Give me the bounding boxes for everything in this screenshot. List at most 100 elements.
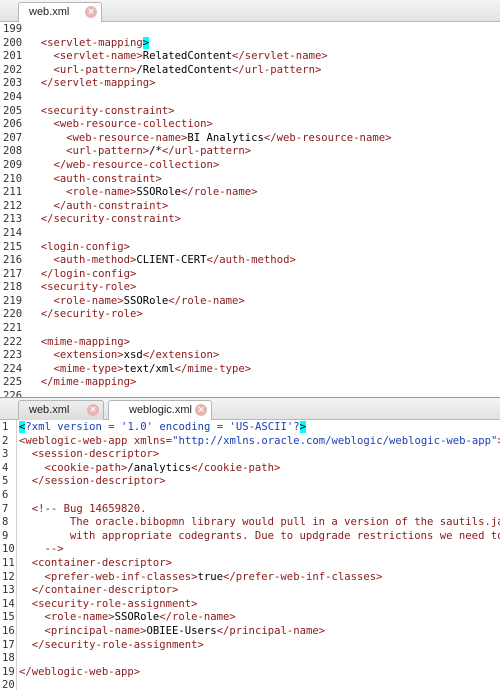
code-line[interactable]: 208 <url-pattern>/*</url-pattern>	[0, 145, 500, 159]
code-token: The oracle.bibopmn library would pull in…	[69, 516, 500, 529]
code-token: </login-config>	[40, 267, 137, 280]
code-token: <url-pattern>	[66, 145, 150, 158]
editor-tab-bar: web.xml ×	[0, 0, 500, 22]
code-line[interactable]: 5 </session-descriptor>	[0, 475, 500, 489]
tab-weblogic-xml[interactable]: weblogic.xml ×	[108, 400, 212, 420]
tab-web-xml[interactable]: web.xml ×	[18, 400, 104, 420]
code-text: <url-pattern>/*</url-pattern>	[28, 145, 251, 159]
code-token: </url-pattern>	[161, 145, 252, 158]
code-token: <extension>	[53, 349, 124, 362]
code-token: <mime-mapping>	[40, 335, 131, 348]
code-lines[interactable]: 1 <?xml version = '1.0' encoding = 'US-AS…	[0, 420, 500, 690]
code-text: </mime-mapping>	[28, 376, 137, 390]
code-line[interactable]: 3 <session-descriptor>	[0, 448, 500, 462]
code-token: /*	[149, 145, 162, 158]
line-number: 215	[3, 240, 23, 253]
code-token: </mime-type>	[174, 362, 252, 375]
line-number: 19	[2, 665, 15, 678]
code-token: <url-pattern>	[53, 63, 137, 76]
code-line[interactable]: 210 <auth-constraint>	[0, 173, 500, 187]
weblogic-xml-editor[interactable]: web.xml × weblogic.xml × 1 <?xml version …	[0, 397, 500, 690]
code-text: <login-config>	[28, 241, 130, 255]
code-line[interactable]: 212 </auth-constraint>	[0, 200, 500, 214]
code-line[interactable]: 6	[0, 489, 500, 503]
code-line[interactable]: 222 <mime-mapping>	[0, 336, 500, 350]
line-number: 209	[3, 158, 23, 171]
line-number: 226	[3, 390, 23, 397]
tab-web-xml[interactable]: web.xml ×	[18, 2, 102, 22]
code-line[interactable]: 223 <extension>xsd</extension>	[0, 349, 500, 363]
code-line[interactable]: 200 <servlet-mapping>	[0, 36, 500, 51]
editor-tab-bar: web.xml × weblogic.xml ×	[0, 398, 500, 420]
code-text: </session-descriptor>	[19, 475, 166, 489]
code-line[interactable]: 10 -->	[0, 543, 500, 557]
close-icon[interactable]: ×	[87, 404, 99, 416]
code-line[interactable]: 215 <login-config>	[0, 241, 500, 255]
code-line[interactable]: 206 <web-resource-collection>	[0, 118, 500, 132]
code-line[interactable]: 15 <role-name>SSORole</role-name>	[0, 611, 500, 625]
code-line[interactable]: 207 <web-resource-name>BI Analytics</web-…	[0, 132, 500, 146]
code-token: </url-pattern>	[232, 63, 322, 76]
code-token: <role-name>	[66, 186, 137, 199]
code-line[interactable]: 209 </web-resource-collection>	[0, 159, 500, 173]
line-number: 202	[3, 63, 23, 76]
code-line[interactable]: 219 <role-name>SSORole</role-name>	[0, 295, 500, 309]
code-line[interactable]: 205 <security-constraint>	[0, 105, 500, 119]
code-line[interactable]: 18	[0, 652, 500, 666]
code-line[interactable]: 204	[0, 91, 500, 105]
code-token: <security-constraint>	[40, 104, 175, 117]
code-line[interactable]: 213 </security-constraint>	[0, 213, 500, 227]
code-line[interactable]: 211 <role-name>SSORole</role-name>	[0, 186, 500, 200]
code-line[interactable]: 9 with appropriate codegrants. Due to upd…	[0, 530, 500, 544]
code-line[interactable]: 20	[0, 679, 500, 690]
code-token: </session-descriptor>	[31, 475, 166, 488]
code-line[interactable]: 4 <cookie-path>/analytics</cookie-path>	[0, 462, 500, 476]
code-line[interactable]: 224 <mime-type>text/xml</mime-type>	[0, 363, 500, 377]
code-line[interactable]: 17 </security-role-assignment>	[0, 639, 500, 653]
code-line[interactable]: 201 <servlet-name>RelatedContent</servlet…	[0, 50, 500, 64]
close-icon[interactable]: ×	[195, 404, 207, 416]
code-token: </servlet-mapping>	[40, 77, 156, 90]
line-number: 205	[3, 104, 23, 117]
code-text: </servlet-mapping>	[28, 77, 156, 91]
close-icon[interactable]: ×	[85, 6, 97, 18]
line-number: 14	[2, 597, 15, 610]
code-token: <auth-method>	[53, 254, 137, 267]
code-line[interactable]: 14 <security-role-assignment>	[0, 598, 500, 612]
line-number: 213	[3, 213, 23, 226]
code-line[interactable]: 19 </weblogic-web-app>	[0, 666, 500, 680]
code-line[interactable]: 13 </container-descriptor>	[0, 584, 500, 598]
line-number: 12	[2, 570, 15, 583]
code-token: <!-- Bug 14659820.	[31, 502, 147, 515]
code-line[interactable]: 11 <container-descriptor>	[0, 557, 500, 571]
code-line[interactable]: 1 <?xml version = '1.0' encoding = 'US-AS…	[0, 421, 500, 435]
code-line[interactable]: 12 <prefer-web-inf-classes>true</prefer-w…	[0, 571, 500, 585]
code-token: </auth-method>	[206, 254, 296, 267]
code-line[interactable]: 217 </login-config>	[0, 268, 500, 282]
code-line[interactable]: 16 <principal-name>OBIEE-Users</principal…	[0, 625, 500, 639]
code-line[interactable]: 2 <weblogic-web-app xmlns="http://xmlns.o…	[0, 435, 500, 449]
line-number: 7	[2, 502, 9, 515]
code-token: </weblogic-web-app>	[19, 665, 141, 678]
code-line[interactable]: 203 </servlet-mapping>	[0, 77, 500, 91]
code-line[interactable]: 202 <url-pattern>/RelatedContent</url-pat…	[0, 64, 500, 78]
code-token: <session-descriptor>	[31, 448, 160, 461]
code-line[interactable]: 221	[0, 322, 500, 336]
code-line[interactable]: 226	[0, 390, 500, 397]
web-xml-editor[interactable]: web.xml × 199 200 <servlet-mapping> 201 <ser…	[0, 0, 500, 397]
code-line[interactable]: 7 <!-- Bug 14659820.	[0, 503, 500, 517]
code-line[interactable]: 199	[0, 23, 500, 37]
code-line[interactable]: 216 <auth-method>CLIENT-CERT</auth-method…	[0, 254, 500, 268]
code-line[interactable]: 225 </mime-mapping>	[0, 376, 500, 390]
code-line[interactable]: 8 The oracle.bibopmn library would pull i…	[0, 516, 500, 530]
code-token: </security-constraint>	[40, 213, 182, 226]
code-token: <web-resource-collection>	[53, 118, 213, 131]
code-line[interactable]: 220 </security-role>	[0, 308, 500, 322]
code-text: <servlet-mapping>	[28, 36, 150, 51]
code-line[interactable]: 214	[0, 227, 500, 241]
code-lines[interactable]: 199 200 <servlet-mapping> 201 <servlet-name>…	[0, 22, 500, 397]
line-number: 17	[2, 638, 15, 651]
tab-label: weblogic.xml	[129, 404, 192, 416]
code-text: <role-name>SSORole</role-name>	[28, 295, 244, 309]
code-line[interactable]: 218 <security-role>	[0, 281, 500, 295]
